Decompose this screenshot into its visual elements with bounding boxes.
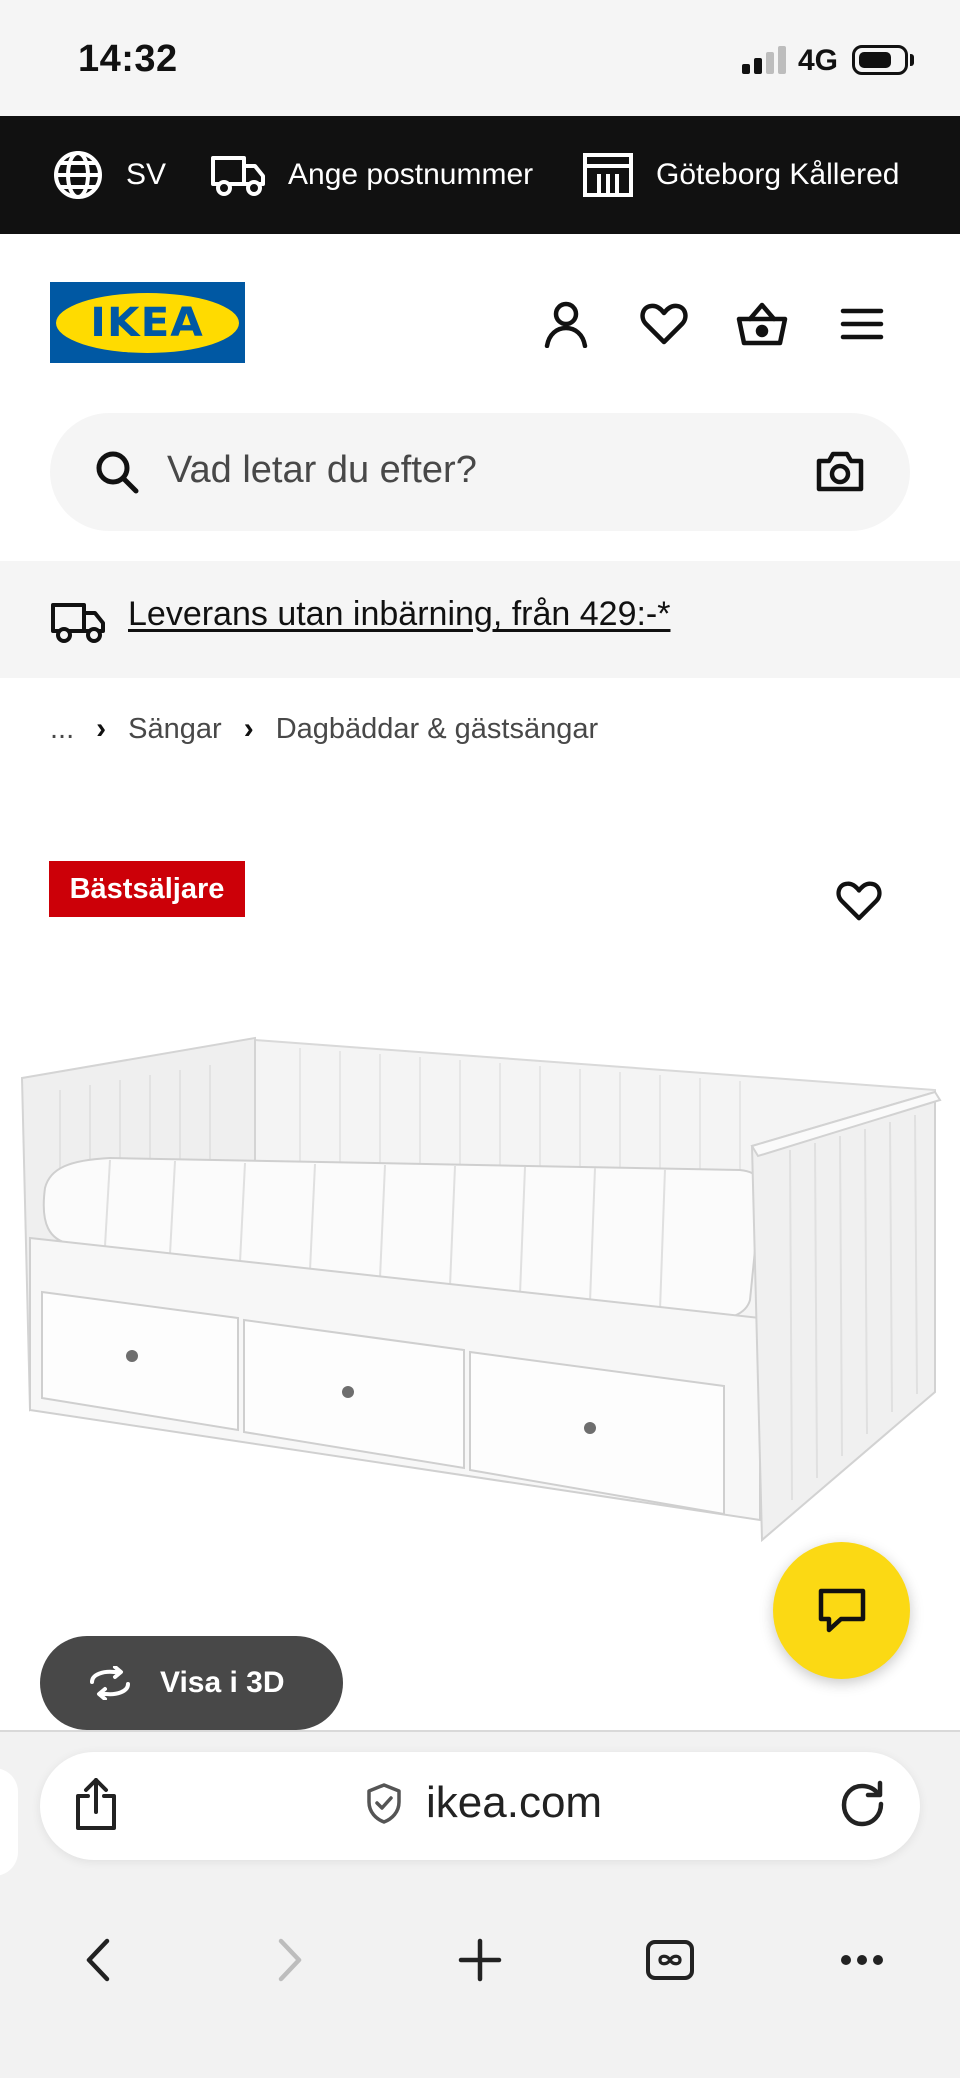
forward-button[interactable] bbox=[250, 1920, 330, 2000]
breadcrumb-item-beds[interactable]: Sängar bbox=[128, 713, 222, 746]
back-icon bbox=[86, 1938, 110, 1982]
search-icon bbox=[96, 451, 139, 494]
product-image[interactable] bbox=[0, 1000, 960, 1560]
breadcrumb: ... › Sängar › Dagbäddar & gästsängar bbox=[50, 712, 598, 746]
basket-icon bbox=[736, 302, 788, 346]
status-time: 14:32 bbox=[78, 38, 178, 80]
logo-text: IKEA bbox=[90, 299, 205, 346]
heart-icon bbox=[640, 303, 688, 345]
language-selector[interactable]: SV bbox=[52, 116, 166, 234]
search-input[interactable]: Vad letar du efter? bbox=[167, 449, 477, 492]
chevron-right-icon: › bbox=[243, 712, 254, 745]
truck-icon bbox=[211, 156, 265, 196]
url-display[interactable]: ikea.com bbox=[366, 1778, 602, 1828]
favourites-button[interactable] bbox=[636, 296, 692, 352]
browser-toolbar: ikea.com bbox=[0, 1730, 960, 2078]
delivery-link[interactable]: Leverans utan inbärning, från 429:-* bbox=[128, 595, 670, 634]
network-type: 4G bbox=[798, 44, 839, 77]
chevron-right-icon: › bbox=[96, 712, 107, 745]
rotate-3d-icon bbox=[90, 1666, 130, 1700]
globe-icon bbox=[54, 151, 102, 199]
more-icon bbox=[841, 1955, 883, 1965]
logo-ellipse: IKEA bbox=[56, 292, 239, 353]
status-bar: 14:32 4G bbox=[0, 0, 960, 116]
store-label: Göteborg Kållered bbox=[656, 158, 900, 191]
postcode-selector[interactable]: Ange postnummer bbox=[210, 116, 533, 234]
breadcrumb-item-daybeds[interactable]: Dagbäddar & gästsängar bbox=[276, 713, 598, 746]
new-tab-icon bbox=[458, 1938, 502, 1982]
tabs-button[interactable] bbox=[630, 1920, 710, 2000]
language-label: SV bbox=[126, 158, 167, 191]
view-in-3d-label: Visa i 3D bbox=[160, 1666, 285, 1699]
menu-button[interactable] bbox=[834, 296, 890, 352]
address-bar[interactable]: ikea.com bbox=[40, 1752, 920, 1860]
menu-icon bbox=[840, 308, 884, 340]
truck-icon bbox=[51, 603, 105, 643]
account-button[interactable] bbox=[538, 296, 594, 352]
url-text: ikea.com bbox=[426, 1778, 603, 1827]
breadcrumb-ellipsis[interactable]: ... bbox=[50, 713, 74, 746]
top-utility-bar: SV Ange postnummer Göteborg Kållered bbox=[0, 116, 960, 234]
tabs-icon bbox=[646, 1940, 694, 1980]
more-button[interactable] bbox=[822, 1920, 902, 2000]
previous-tab-edge[interactable] bbox=[0, 1768, 18, 1876]
postcode-label: Ange postnummer bbox=[288, 158, 534, 191]
basket-button[interactable] bbox=[734, 296, 790, 352]
store-icon bbox=[583, 153, 633, 197]
site-header: IKEA bbox=[0, 234, 960, 414]
ikea-logo[interactable]: IKEA bbox=[50, 282, 245, 363]
user-icon bbox=[544, 301, 588, 348]
forward-icon bbox=[278, 1938, 302, 1982]
signal-icon bbox=[742, 46, 786, 74]
battery-icon bbox=[852, 45, 908, 75]
chat-icon bbox=[818, 1588, 865, 1632]
battery-tip bbox=[910, 54, 914, 66]
reload-icon[interactable] bbox=[840, 1780, 888, 1830]
new-tab-button[interactable] bbox=[440, 1920, 520, 2000]
back-button[interactable] bbox=[58, 1920, 138, 2000]
view-in-3d-button[interactable]: Visa i 3D bbox=[40, 1636, 343, 1730]
browser-nav-row bbox=[0, 1920, 960, 2020]
search-bar[interactable]: Vad letar du efter? bbox=[50, 413, 910, 531]
store-selector[interactable]: Göteborg Kållered bbox=[582, 116, 900, 234]
heart-icon[interactable] bbox=[836, 880, 882, 922]
camera-icon[interactable] bbox=[816, 449, 864, 493]
chat-button[interactable] bbox=[773, 1542, 910, 1679]
share-icon[interactable] bbox=[72, 1778, 120, 1832]
shield-icon bbox=[367, 1783, 401, 1824]
bestseller-badge: Bästsäljare bbox=[49, 861, 245, 917]
delivery-banner: Leverans utan inbärning, från 429:-* bbox=[0, 561, 960, 678]
